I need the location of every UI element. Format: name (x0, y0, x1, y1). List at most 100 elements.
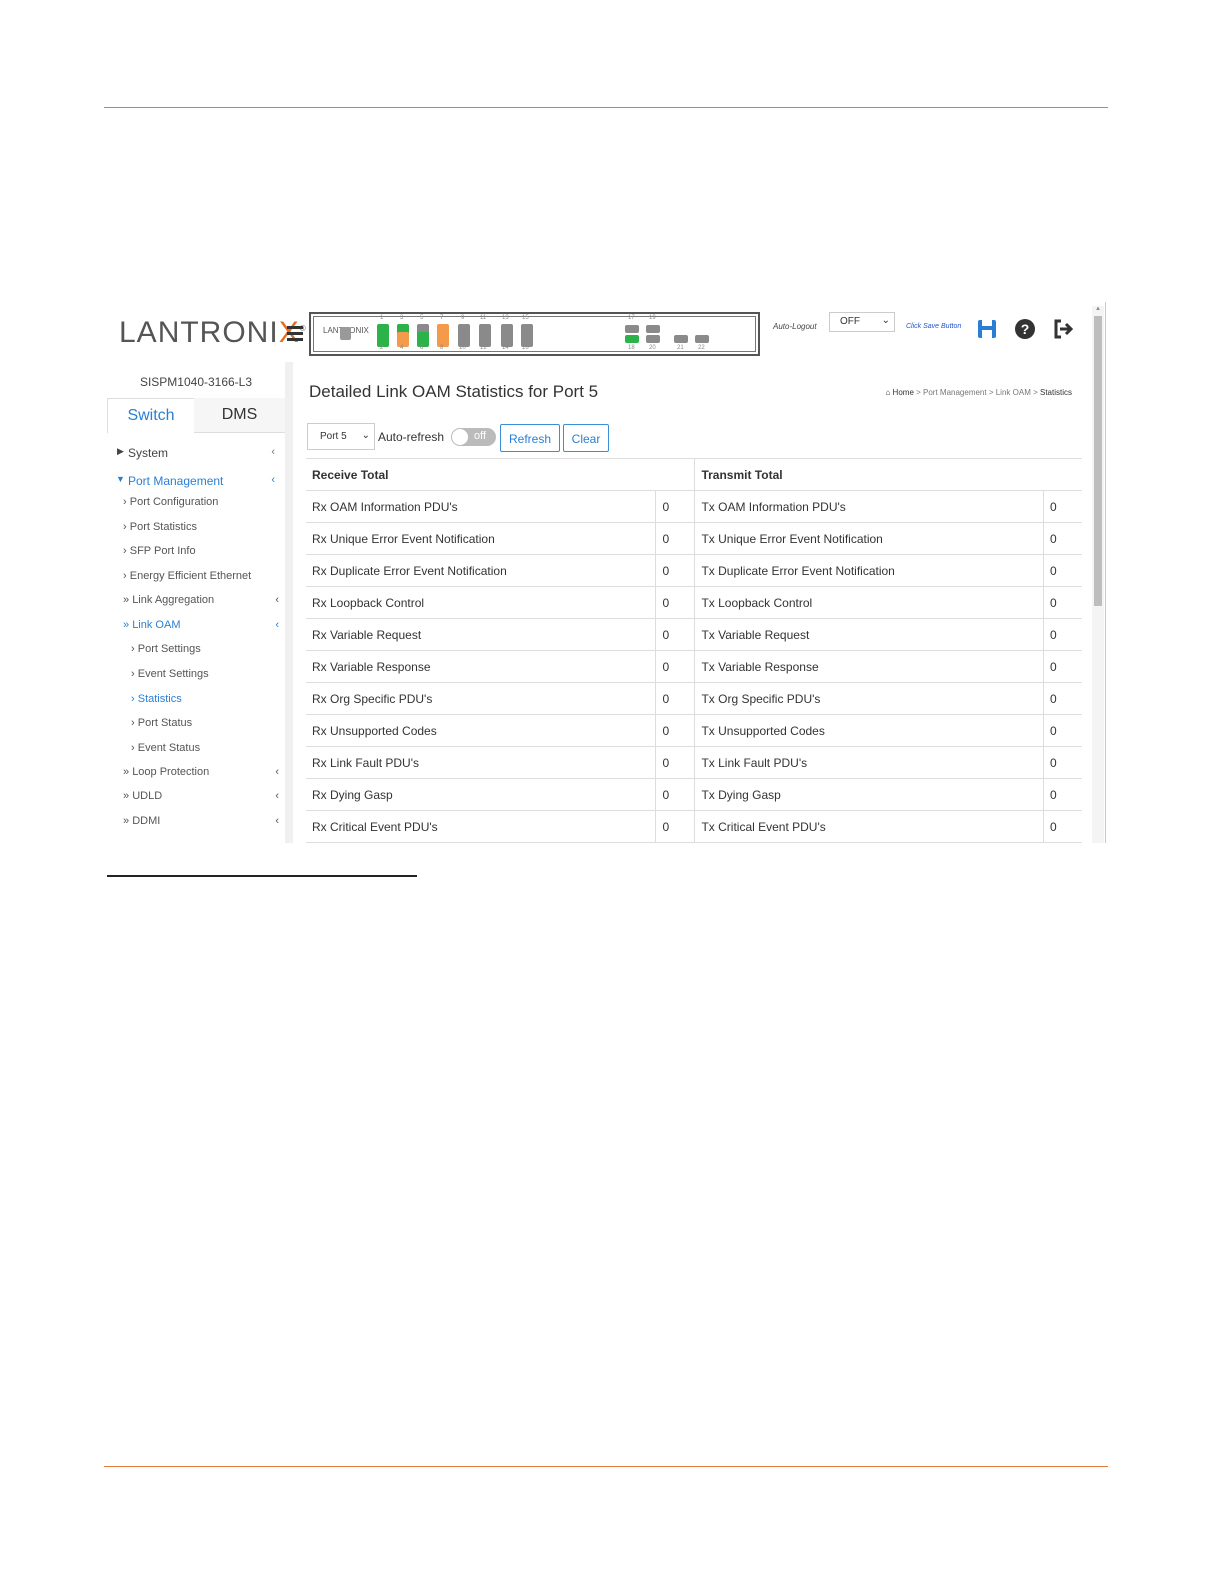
tx-label: Tx Duplicate Error Event Notification (694, 554, 1044, 587)
port-number-label: 7 (440, 315, 444, 321)
port-number-label: 6 (420, 345, 424, 351)
save-icon[interactable] (977, 319, 997, 344)
rx-value: 0 (655, 746, 695, 779)
tx-value: 0 (1043, 618, 1082, 651)
page-bottom-rule (104, 1466, 1108, 1467)
table-row: Rx Variable Response 0 Tx Variable Respons… (306, 650, 1082, 683)
sfp-port-18-icon[interactable] (625, 335, 639, 343)
rx-label: Rx Variable Response (306, 650, 656, 683)
rx-value: 0 (655, 554, 695, 587)
table-row: Rx Org Specific PDU's 0 Tx Org Specific PD… (306, 682, 1082, 715)
sidebar-item-ddmi[interactable]: » DDMI ‹ (123, 815, 279, 827)
sidebar-item-port-status[interactable]: › Port Status (131, 717, 192, 729)
page-title: Detailed Link OAM Statistics for Port 5 (309, 382, 599, 401)
tx-label: Tx Unsupported Codes (694, 714, 1044, 747)
clear-button[interactable]: Clear (563, 424, 609, 452)
tx-label: Tx Loopback Control (694, 586, 1044, 619)
breadcrumb-port-management[interactable]: Port Management (923, 388, 987, 397)
main-panel: Detailed Link OAM Statistics for Port 5 … (285, 362, 1092, 843)
sidebar-item-link-aggregation[interactable]: » Link Aggregation ‹ (123, 594, 279, 606)
table-row: Rx Critical Event PDU's 0 Tx Critical Even… (306, 810, 1082, 843)
table-row: Rx Loopback Control 0 Tx Loopback Control 0 (306, 586, 1082, 619)
link-oam-statistics-table: Receive Total Transmit Total Rx OAM Info… (306, 458, 1082, 843)
rx-label: Rx Link Fault PDU's (306, 746, 656, 779)
scrollbar-thumb[interactable] (1094, 316, 1102, 606)
page-top-rule (104, 107, 1108, 108)
rx-label: Rx OAM Information PDU's (306, 490, 656, 523)
port-number-label: 14 (502, 345, 509, 351)
hamburger-menu-icon[interactable] (287, 326, 303, 344)
auto-refresh-toggle[interactable]: off (451, 428, 496, 446)
footnote-rule (107, 875, 417, 877)
sfp-port-21-icon[interactable] (674, 335, 688, 343)
table-row: Rx Dying Gasp 0 Tx Dying Gasp 0 (306, 778, 1082, 811)
table-row: Rx Variable Request 0 Tx Variable Request 0 (306, 618, 1082, 651)
tab-switch[interactable]: Switch (107, 398, 195, 433)
table-row: Rx Link Fault PDU's 0 Tx Link Fault PDU's 0 (306, 746, 1082, 779)
port-number-label: 4 (400, 345, 404, 351)
auto-logout-label: Auto-Logout (773, 322, 817, 331)
sidebar-item-sfp-port-info[interactable]: › SFP Port Info (123, 545, 196, 557)
vertical-scrollbar[interactable]: ▲ (1092, 306, 1104, 843)
home-icon[interactable]: ⌂ (885, 388, 890, 397)
refresh-button[interactable]: Refresh (500, 424, 560, 452)
auto-logout-select[interactable]: OFF ⌄ (829, 312, 895, 332)
sidebar-item-port-statistics[interactable]: › Port Statistics (123, 521, 197, 533)
port-icon[interactable] (340, 327, 351, 340)
breadcrumb: ⌂ Home > Port Management > Link OAM > St… (885, 388, 1072, 397)
table-row: Rx Duplicate Error Event Notification 0 Tx… (306, 554, 1082, 587)
save-hint[interactable]: Click Save Button (906, 323, 961, 330)
breadcrumb-home[interactable]: Home (893, 388, 914, 397)
sfp-port-19-icon[interactable] (646, 325, 660, 333)
port-number-label: 13 (502, 315, 509, 321)
sidebar-item-udld[interactable]: » UDLD ‹ (123, 790, 279, 802)
port-number-label: 10 (459, 345, 466, 351)
sidebar-item-event-settings[interactable]: › Event Settings (131, 668, 209, 680)
tx-label: Tx Critical Event PDU's (694, 810, 1044, 843)
rx-value: 0 (655, 714, 695, 747)
sidebar-item-statistics[interactable]: › Statistics (131, 693, 182, 705)
tx-label: Tx Unique Error Event Notification (694, 522, 1044, 555)
tx-value: 0 (1043, 746, 1082, 779)
rx-value: 0 (655, 618, 695, 651)
sidebar-item-loop-protection[interactable]: » Loop Protection ‹ (123, 766, 279, 778)
tx-value: 0 (1043, 554, 1082, 587)
table-row: Rx OAM Information PDU's 0 Tx OAM Informat… (306, 490, 1082, 523)
lantronix-logo[interactable]: LANTRONIX® (119, 316, 307, 350)
chevron-left-icon: ‹ (275, 815, 279, 827)
sfp-port-17-icon[interactable] (625, 325, 639, 333)
logout-icon[interactable] (1052, 318, 1074, 345)
chevron-left-icon: ‹ (275, 619, 279, 631)
tx-value: 0 (1043, 650, 1082, 683)
port-number-label: 11 (480, 315, 487, 321)
breadcrumb-link-oam[interactable]: Link OAM (996, 388, 1031, 397)
port-number-label: 19 (649, 315, 656, 321)
sidebar-item-event-status[interactable]: › Event Status (131, 742, 200, 754)
sfp-port-20-icon[interactable] (646, 335, 660, 343)
port-select[interactable]: Port 5 ⌄ (307, 423, 375, 450)
chevron-left-icon: ‹ (275, 766, 279, 778)
tx-value: 0 (1043, 810, 1082, 843)
sidebar-item-energy-efficient-ethernet[interactable]: › Energy Efficient Ethernet (123, 570, 251, 582)
scroll-up-icon[interactable]: ▲ (1095, 306, 1101, 312)
port-number-label: 18 (628, 345, 635, 351)
port-number-label: 1 (380, 315, 384, 321)
rx-value: 0 (655, 490, 695, 523)
sfp-port-22-icon[interactable] (695, 335, 709, 343)
port-number-label: 12 (480, 345, 487, 351)
tx-value: 0 (1043, 490, 1082, 523)
table-row: Rx Unsupported Codes 0 Tx Unsupported Code… (306, 714, 1082, 747)
sidebar-item-port-configuration[interactable]: › Port Configuration (123, 496, 218, 508)
port-number-label: 17 (628, 315, 635, 321)
tx-value: 0 (1043, 714, 1082, 747)
port-number-label: 20 (649, 345, 656, 351)
tx-value: 0 (1043, 778, 1082, 811)
tx-value: 0 (1043, 682, 1082, 715)
port-number-label: 16 (522, 345, 529, 351)
transmit-total-header: Transmit Total (694, 458, 1082, 491)
sidebar-item-link-oam[interactable]: » Link OAM ‹ (123, 619, 279, 631)
help-icon[interactable]: ? (1015, 319, 1035, 339)
sidebar-item-port-settings[interactable]: › Port Settings (131, 643, 201, 655)
port-number-label: 2 (380, 345, 384, 351)
tab-dms[interactable]: DMS (194, 398, 285, 433)
